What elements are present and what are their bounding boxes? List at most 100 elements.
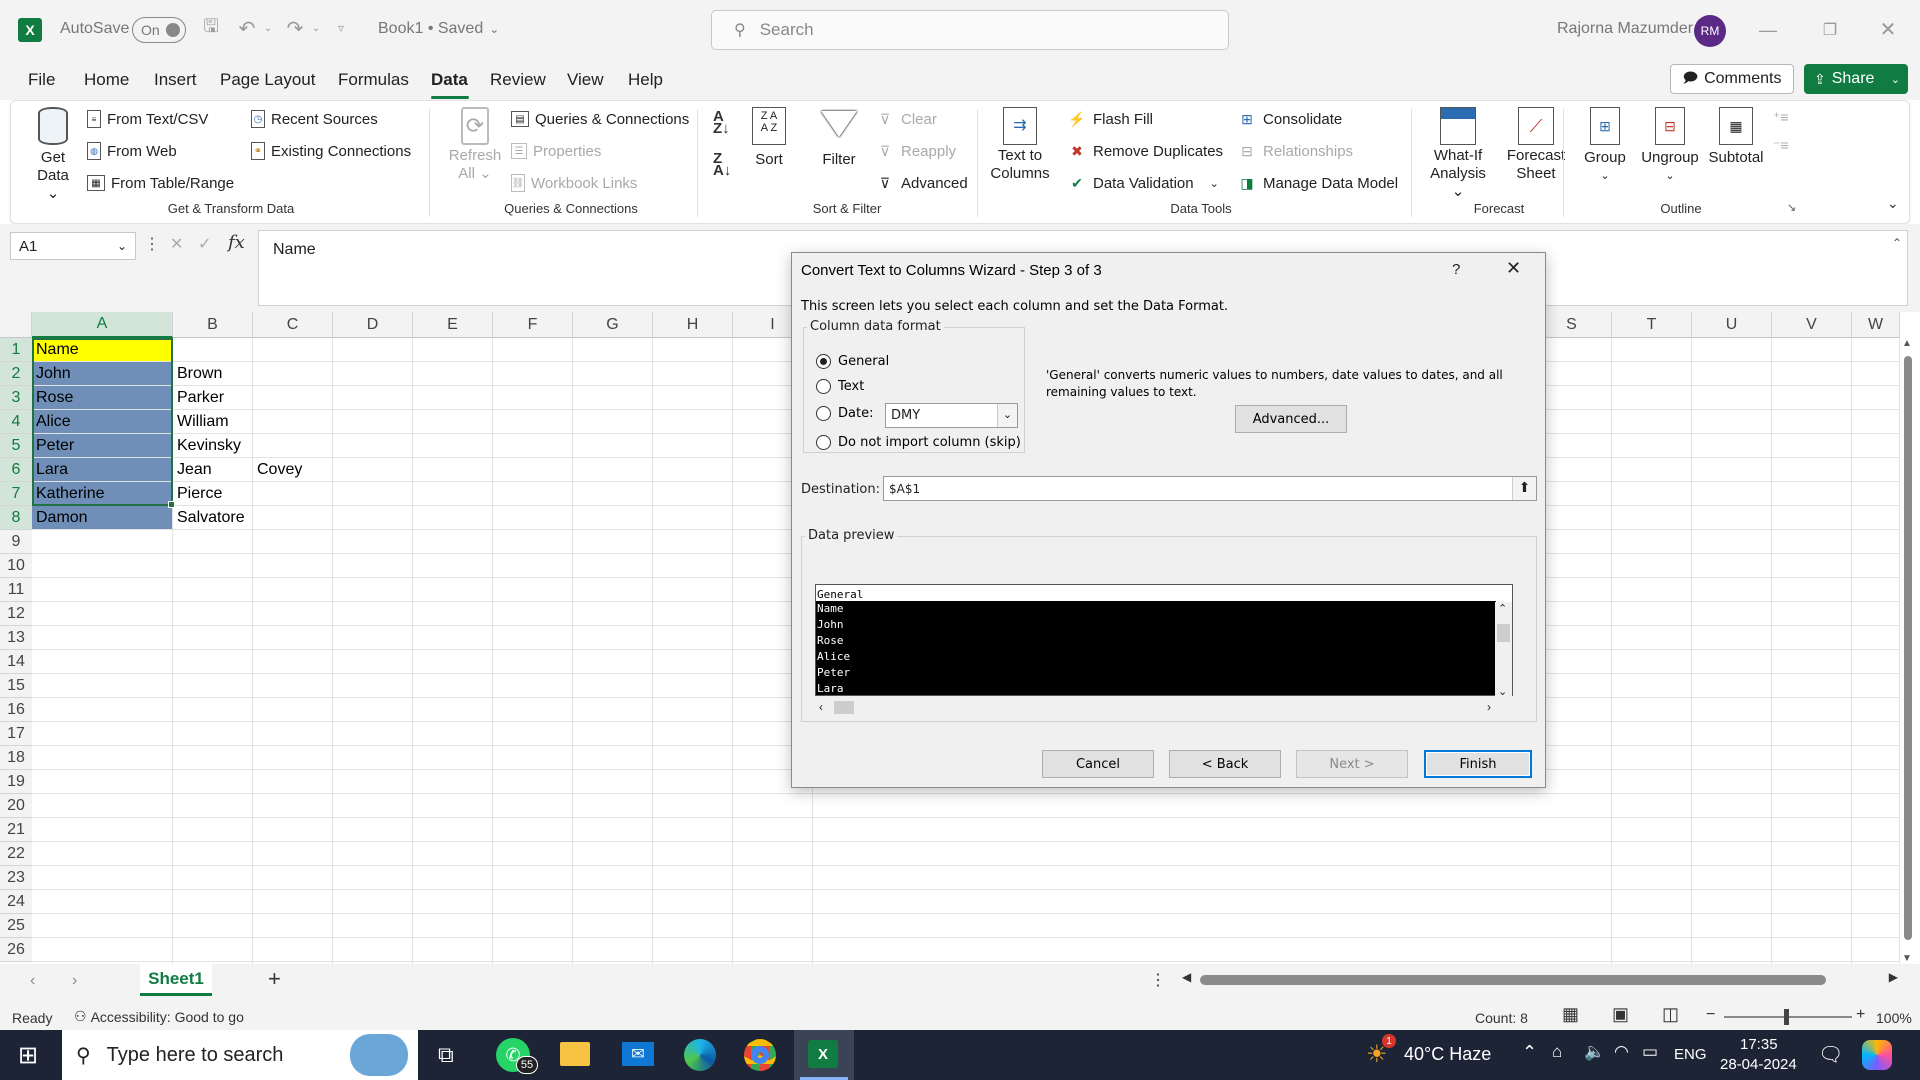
dialog-close-icon[interactable]: ✕ bbox=[1506, 258, 1521, 279]
zoom-out-icon[interactable]: − bbox=[1706, 1006, 1715, 1024]
hide-detail-icon[interactable]: ⁻≡ bbox=[1773, 137, 1789, 154]
undo-icon[interactable]: ↶ bbox=[236, 16, 258, 40]
file-explorer-icon[interactable] bbox=[560, 1042, 590, 1066]
row-header-9[interactable]: 9 bbox=[0, 530, 32, 554]
column-header-a[interactable]: A bbox=[32, 312, 173, 338]
clear-button[interactable]: ⊽ Clear bbox=[875, 107, 937, 131]
row-header-6[interactable]: 6 bbox=[0, 458, 32, 482]
zoom-slider[interactable] bbox=[1724, 1009, 1852, 1025]
radio-text[interactable]: Text bbox=[816, 379, 864, 394]
column-header-w[interactable]: W bbox=[1852, 312, 1900, 338]
tab-review[interactable]: Review bbox=[490, 70, 546, 90]
copilot-icon[interactable] bbox=[1862, 1040, 1892, 1070]
column-header-t[interactable]: T bbox=[1612, 312, 1692, 338]
battery-icon[interactable]: ▭ bbox=[1642, 1042, 1658, 1062]
clock-time[interactable]: 17:35 bbox=[1740, 1036, 1778, 1053]
row-header-5[interactable]: 5 bbox=[0, 434, 32, 458]
row-header-7[interactable]: 7 bbox=[0, 482, 32, 506]
add-sheet-button[interactable]: + bbox=[268, 966, 281, 992]
row-header-24[interactable]: 24 bbox=[0, 890, 32, 914]
share-button[interactable]: ⇪ Share ⌄ bbox=[1804, 64, 1908, 94]
row-header-17[interactable]: 17 bbox=[0, 722, 32, 746]
cell-b6[interactable]: Jean bbox=[173, 458, 252, 481]
chevron-up-icon[interactable]: ⌃ bbox=[1522, 1042, 1537, 1063]
cell-b5[interactable]: Kevinsky bbox=[173, 434, 252, 457]
row-header-14[interactable]: 14 bbox=[0, 650, 32, 674]
volume-icon[interactable]: 🔈 bbox=[1584, 1042, 1605, 1062]
preview-hscroll-thumb[interactable] bbox=[834, 701, 854, 714]
cell-b7[interactable]: Pierce bbox=[173, 482, 252, 505]
cell-c2[interactable] bbox=[253, 362, 332, 385]
row-header-12[interactable]: 12 bbox=[0, 602, 32, 626]
weather-text[interactable]: 40°C Haze bbox=[1404, 1044, 1491, 1065]
autosave-toggle[interactable]: On bbox=[132, 17, 186, 43]
from-table-range-button[interactable]: ▦ From Table/Range bbox=[87, 171, 234, 195]
normal-view-icon[interactable]: ▦ bbox=[1562, 1004, 1579, 1025]
filter-button[interactable]: Filter bbox=[817, 107, 861, 169]
reapply-button[interactable]: ⊽ Reapply bbox=[875, 139, 956, 163]
column-header-u[interactable]: U bbox=[1692, 312, 1772, 338]
wifi-icon[interactable]: ◠ bbox=[1614, 1042, 1629, 1062]
hscroll-thumb[interactable] bbox=[1200, 975, 1826, 985]
relationships-button[interactable]: ⊟ Relationships bbox=[1237, 139, 1353, 163]
row-header-3[interactable]: 3 bbox=[0, 386, 32, 410]
workbook-links-button[interactable]: ⛓ Workbook Links bbox=[511, 171, 637, 195]
advanced-filter-button[interactable]: ⊽ Advanced bbox=[875, 171, 968, 195]
text-to-columns-button[interactable]: ⇉ Text to Columns bbox=[987, 107, 1053, 183]
properties-button[interactable]: ☰ Properties bbox=[511, 139, 601, 163]
row-header-15[interactable]: 15 bbox=[0, 674, 32, 698]
remove-duplicates-button[interactable]: ✖ Remove Duplicates bbox=[1067, 139, 1223, 163]
manage-data-model-button[interactable]: ◨ Manage Data Model bbox=[1237, 171, 1398, 195]
scroll-left-icon[interactable]: ‹ bbox=[819, 700, 823, 714]
outline-dialog-launcher-icon[interactable]: ↘ bbox=[1787, 201, 1796, 214]
avatar[interactable]: RM bbox=[1694, 15, 1726, 47]
tab-insert[interactable]: Insert bbox=[154, 70, 197, 90]
destination-input[interactable]: $A$1 ⬆ bbox=[883, 476, 1537, 501]
cancel-entry-icon[interactable]: ✕ bbox=[170, 234, 183, 254]
save-icon[interactable]: 🖫 bbox=[200, 16, 222, 40]
column-header-g[interactable]: G bbox=[573, 312, 653, 338]
tab-data[interactable]: Data bbox=[431, 70, 468, 90]
row-header-4[interactable]: 4 bbox=[0, 410, 32, 434]
collapse-dialog-icon[interactable]: ⬆ bbox=[1512, 477, 1536, 500]
cancel-button[interactable]: Cancel bbox=[1042, 750, 1154, 778]
consolidate-button[interactable]: ⊞ Consolidate bbox=[1237, 107, 1342, 131]
chrome-icon[interactable] bbox=[744, 1039, 776, 1071]
refresh-all-button[interactable]: ⟳ Refresh All ⌄ bbox=[443, 107, 507, 183]
tab-help[interactable]: Help bbox=[628, 70, 663, 90]
cell-c8[interactable] bbox=[253, 506, 332, 529]
recent-sources-button[interactable]: ◷ Recent Sources bbox=[251, 107, 378, 131]
queries-connections-button[interactable]: ▤ Queries & Connections bbox=[511, 107, 689, 131]
close-window-icon[interactable]: ✕ bbox=[1876, 16, 1900, 42]
ungroup-button[interactable]: ⊟ Ungroup ⌄ bbox=[1635, 107, 1705, 185]
dialog-help-button[interactable]: ? bbox=[1452, 261, 1460, 278]
get-data-button[interactable]: Get Data ⌄ bbox=[29, 107, 77, 203]
radio-date[interactable]: Date: bbox=[816, 406, 873, 421]
clock-date[interactable]: 28-04-2024 bbox=[1720, 1056, 1797, 1073]
preview-hscroll[interactable]: ‹ › bbox=[815, 699, 1495, 716]
cell-b1[interactable] bbox=[173, 338, 252, 361]
restore-icon[interactable]: ❐ bbox=[1818, 18, 1842, 42]
row-header-16[interactable]: 16 bbox=[0, 698, 32, 722]
sort-button[interactable]: Z AA Z Sort bbox=[747, 107, 791, 169]
minimize-icon[interactable]: — bbox=[1756, 18, 1780, 42]
sort-za-icon[interactable]: Z A↓ bbox=[713, 151, 741, 181]
more-options-icon[interactable]: ⋮ bbox=[144, 234, 160, 254]
scroll-up-icon[interactable]: ▲ bbox=[1902, 338, 1912, 349]
radio-skip[interactable]: Do not import column (skip) bbox=[816, 435, 1021, 450]
tab-view[interactable]: View bbox=[567, 70, 604, 90]
back-button[interactable]: < Back bbox=[1169, 750, 1281, 778]
excel-taskbar-active[interactable]: X bbox=[794, 1030, 854, 1080]
from-text-csv-button[interactable]: ≡ From Text/CSV bbox=[87, 107, 208, 131]
page-break-view-icon[interactable]: ◫ bbox=[1662, 1004, 1679, 1025]
column-header-f[interactable]: F bbox=[493, 312, 573, 338]
column-header-e[interactable]: E bbox=[413, 312, 493, 338]
column-header-v[interactable]: V bbox=[1772, 312, 1852, 338]
row-header-8[interactable]: 8 bbox=[0, 506, 32, 530]
page-layout-view-icon[interactable]: ▣ bbox=[1612, 1004, 1629, 1025]
tab-home[interactable]: Home bbox=[84, 70, 129, 90]
undo-dropdown-icon[interactable]: ⌄ bbox=[262, 18, 274, 38]
insert-function-icon[interactable]: fx bbox=[228, 232, 245, 253]
subtotal-button[interactable]: ▦ Subtotal bbox=[1701, 107, 1771, 167]
radio-general[interactable]: General bbox=[816, 354, 889, 369]
